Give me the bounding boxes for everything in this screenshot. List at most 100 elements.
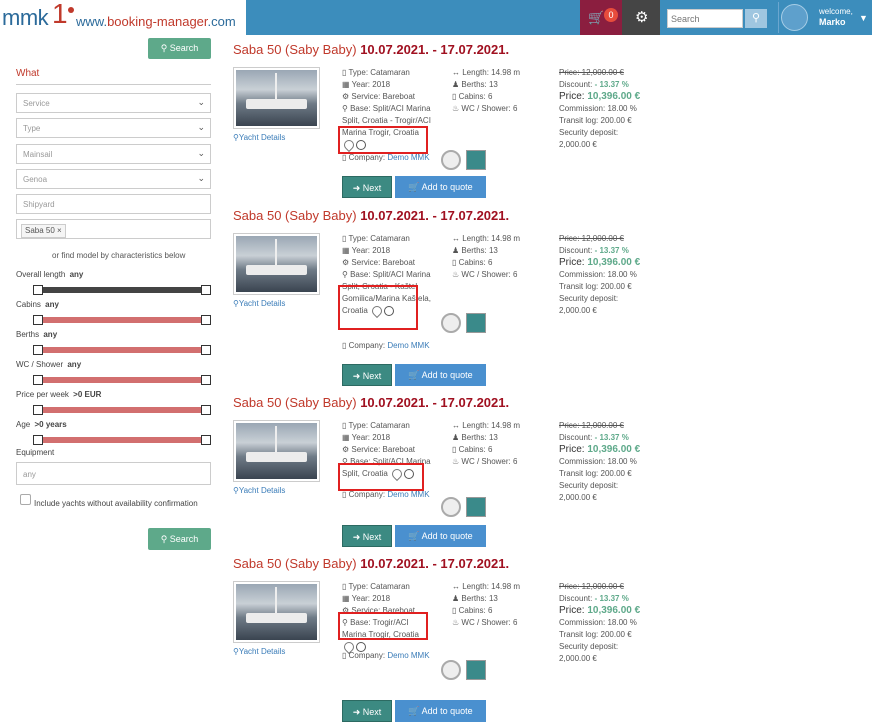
- brand-logo[interactable]: mmk 1 www.booking-manager.com: [0, 0, 246, 35]
- next-button[interactable]: ➜ Next: [342, 364, 392, 386]
- model-tag[interactable]: Saba 50 ×: [21, 224, 66, 238]
- equipment-icon: [466, 660, 486, 680]
- yacht-image[interactable]: [233, 233, 320, 295]
- final-price: 10,396.00 €: [587, 605, 641, 616]
- spec-year: ▦ Year: 2018: [342, 80, 391, 89]
- security-deposit: 2,000.00 €: [559, 493, 597, 502]
- range-slider[interactable]: [33, 435, 211, 445]
- transit-log: Transit log: 200.00 €: [559, 282, 632, 291]
- yacht-image[interactable]: [233, 581, 320, 643]
- add-to-quote-button[interactable]: 🛒 Add to quote: [395, 525, 486, 547]
- commission: Commission: 18.00 %: [559, 618, 637, 627]
- security-deposit: 2,000.00 €: [559, 140, 597, 149]
- yacht-details-link[interactable]: ⚲Yacht Details: [233, 133, 285, 142]
- add-to-quote-button[interactable]: 🛒 Add to quote: [395, 364, 486, 386]
- range-slider[interactable]: [33, 405, 211, 415]
- price-block: Price: 12,000.00 € Discount: - 13.37 % P…: [559, 421, 641, 502]
- slider-min-handle[interactable]: [33, 375, 43, 385]
- slider-max-handle[interactable]: [201, 285, 211, 295]
- next-button[interactable]: ➜ Next: [342, 700, 392, 722]
- chevron-down-icon: ⌄: [197, 173, 205, 183]
- transit-log: Transit log: 200.00 €: [559, 116, 632, 125]
- spec-cabins: ▯ Cabins: 6: [452, 258, 493, 267]
- spec-berths: ♟ Berths: 13: [452, 594, 498, 603]
- certificate-icon: [441, 150, 461, 170]
- equipment-label: Equipment: [16, 448, 55, 457]
- transit-log: Transit log: 200.00 €: [559, 469, 632, 478]
- security-deposit: 2,000.00 €: [559, 306, 597, 315]
- slider-max-handle[interactable]: [201, 345, 211, 355]
- slider-max-handle[interactable]: [201, 315, 211, 325]
- yacht-title[interactable]: Saba 50 (Saby Baby) 10.07.2021. - 17.07.…: [233, 208, 509, 223]
- search-icon: ⚲: [751, 12, 761, 24]
- filter-label: Berths any: [16, 330, 58, 339]
- company-link[interactable]: Demo MMK: [387, 490, 429, 499]
- certificate-icon: [441, 497, 461, 517]
- yacht-title[interactable]: Saba 50 (Saby Baby) 10.07.2021. - 17.07.…: [233, 395, 509, 410]
- cart-button[interactable]: 🛒 0: [580, 0, 622, 35]
- search-button-top[interactable]: ⚲ Search: [148, 38, 211, 59]
- slider-max-handle[interactable]: [201, 375, 211, 385]
- company-link[interactable]: Demo MMK: [387, 153, 429, 162]
- logo-superscript: 1: [52, 0, 68, 29]
- spec-berths: ♟ Berths: 13: [452, 80, 498, 89]
- slider-min-handle[interactable]: [33, 435, 43, 445]
- spec-type: ▯ Type: Catamaran: [342, 68, 410, 77]
- equipment-field[interactable]: any: [16, 462, 211, 485]
- next-button[interactable]: ➜ Next: [342, 525, 392, 547]
- slider-min-handle[interactable]: [33, 345, 43, 355]
- gear-icon: ⚙: [635, 9, 649, 26]
- security-deposit: 2,000.00 €: [559, 654, 597, 663]
- mainsail-select[interactable]: Mainsail ⌄: [16, 144, 211, 164]
- range-slider[interactable]: [33, 315, 211, 325]
- filter-label: Price per week >0 EUR: [16, 390, 102, 399]
- settings-button[interactable]: ⚙: [622, 0, 660, 35]
- slider-min-handle[interactable]: [33, 285, 43, 295]
- slider-min-handle[interactable]: [33, 405, 43, 415]
- close-icon[interactable]: ×: [57, 226, 62, 235]
- old-price: Price: 12,000.00 €: [559, 421, 624, 430]
- spec-year: ▦ Year: 2018: [342, 246, 391, 255]
- yacht-title[interactable]: Saba 50 (Saby Baby) 10.07.2021. - 17.07.…: [233, 556, 509, 571]
- company-link[interactable]: Demo MMK: [387, 341, 429, 350]
- commission: Commission: 18.00 %: [559, 270, 637, 279]
- yacht-details-link[interactable]: ⚲Yacht Details: [233, 647, 285, 656]
- slider-max-handle[interactable]: [201, 435, 211, 445]
- top-navbar: mmk 1 www.booking-manager.com 🛒 0 ⚙ ⚲ we…: [0, 0, 872, 35]
- filter-label: WC / Shower any: [16, 360, 82, 369]
- spec-length: ↔ Length: 14.98 m: [452, 234, 521, 243]
- spec-year: ▦ Year: 2018: [342, 433, 391, 442]
- divider: [16, 84, 211, 85]
- commission: Commission: 18.00 %: [559, 104, 637, 113]
- genoa-select[interactable]: Genoa ⌄: [16, 169, 211, 189]
- spec-berths: ♟ Berths: 13: [452, 246, 498, 255]
- spec-length: ↔ Length: 14.98 m: [452, 582, 521, 591]
- yacht-details-link[interactable]: ⚲Yacht Details: [233, 486, 285, 495]
- yacht-image[interactable]: [233, 420, 320, 482]
- range-slider[interactable]: [33, 345, 211, 355]
- slider-min-handle[interactable]: [33, 315, 43, 325]
- service-select[interactable]: Service ⌄: [16, 93, 211, 113]
- type-select[interactable]: Type ⌄: [16, 118, 211, 138]
- discount: - 13.37 %: [594, 80, 629, 89]
- add-to-quote-button[interactable]: 🛒 Add to quote: [395, 700, 486, 722]
- shipyard-field[interactable]: Shipyard: [16, 194, 211, 214]
- transit-log: Transit log: 200.00 €: [559, 630, 632, 639]
- search-button-bottom[interactable]: ⚲ Search: [148, 528, 211, 550]
- old-price: Price: 12,000.00 €: [559, 68, 624, 77]
- final-price: 10,396.00 €: [587, 257, 641, 268]
- range-slider[interactable]: [33, 375, 211, 385]
- yacht-title[interactable]: Saba 50 (Saby Baby) 10.07.2021. - 17.07.…: [233, 42, 509, 57]
- company-link[interactable]: Demo MMK: [387, 651, 429, 660]
- range-slider[interactable]: [33, 285, 211, 295]
- yacht-details-link[interactable]: ⚲Yacht Details: [233, 299, 285, 308]
- add-to-quote-button[interactable]: 🛒 Add to quote: [395, 176, 486, 198]
- highlight-box: [338, 126, 428, 154]
- search-button[interactable]: ⚲: [745, 9, 767, 28]
- yacht-image[interactable]: [233, 67, 320, 129]
- next-button[interactable]: ➜ Next: [342, 176, 392, 198]
- chevron-down-icon: ⌄: [197, 148, 205, 158]
- slider-max-handle[interactable]: [201, 405, 211, 415]
- search-input[interactable]: [667, 9, 743, 28]
- user-menu[interactable]: welcome, Marko ▼: [778, 2, 871, 33]
